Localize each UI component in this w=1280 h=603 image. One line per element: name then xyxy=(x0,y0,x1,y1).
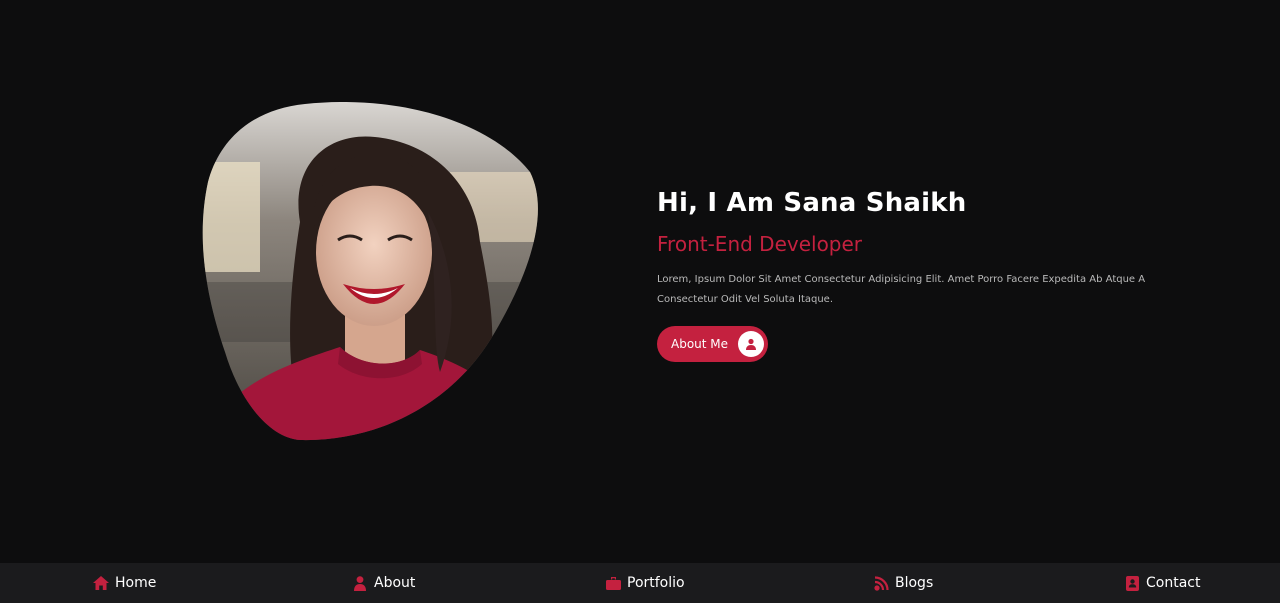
intro: Hi, I Am Sana Shaikh Front-End Developer… xyxy=(657,186,1177,362)
nav-item-label: About xyxy=(374,575,416,591)
nav-item-blogs[interactable]: Blogs xyxy=(873,563,933,603)
nav-item-home[interactable]: Home xyxy=(93,563,156,603)
about-me-button[interactable]: About Me xyxy=(657,326,769,362)
user-icon xyxy=(352,575,368,591)
hero-subtitle: Front-End Developer xyxy=(657,232,863,256)
profile-photo xyxy=(200,102,540,442)
user-icon xyxy=(738,331,765,357)
blog-icon xyxy=(873,575,889,591)
hero-title: Hi, I Am Sana Shaikh xyxy=(657,188,967,218)
nav-item-label: Home xyxy=(115,575,157,591)
about-me-button-label: About Me xyxy=(671,337,729,351)
briefcase-icon xyxy=(605,575,621,591)
nav-item-label: Blogs xyxy=(895,575,934,591)
nav-item-contact[interactable]: Contact xyxy=(1124,563,1200,603)
home-icon xyxy=(93,575,109,591)
bottom-navbar: Home About Portfolio Blogs Contact xyxy=(0,563,1280,603)
contact-icon xyxy=(1124,575,1140,591)
profile-photo-blob xyxy=(202,102,538,441)
nav-item-about[interactable]: About xyxy=(352,563,415,603)
nav-item-label: Contact xyxy=(1146,575,1201,591)
nav-item-label: Portfolio xyxy=(627,575,685,591)
nav-item-portfolio[interactable]: Portfolio xyxy=(605,563,685,603)
hero-section: Hi, I Am Sana Shaikh Front-End Developer… xyxy=(0,0,1280,563)
hero-description: Lorem, Ipsum Dolor Sit Amet Consectetur … xyxy=(657,274,1146,305)
